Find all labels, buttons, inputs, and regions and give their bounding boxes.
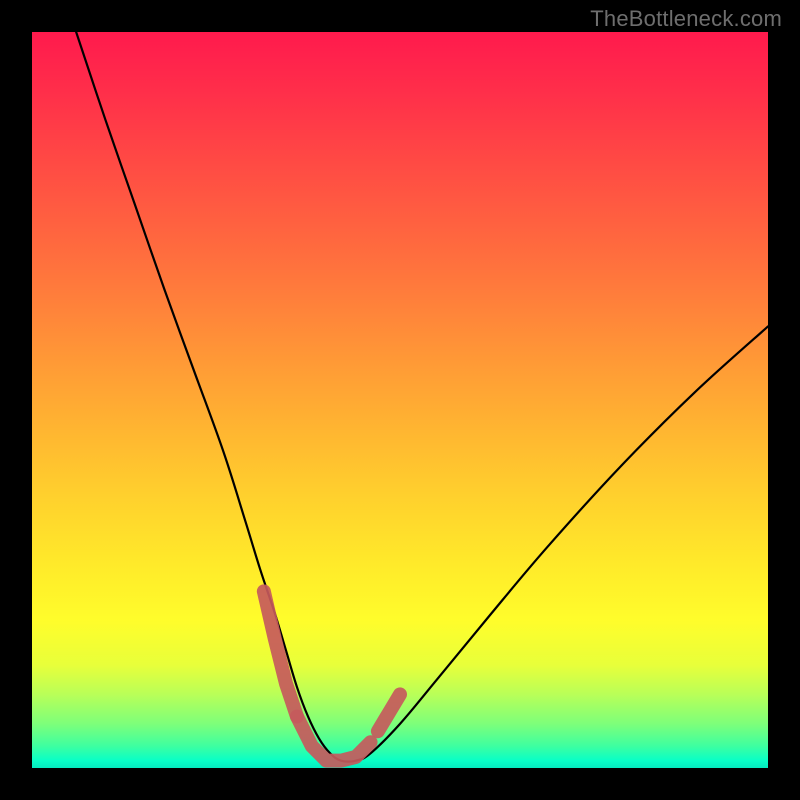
well-highlight-segment — [264, 591, 297, 716]
bottleneck-curve — [76, 32, 768, 762]
well-highlight-segment — [378, 694, 400, 731]
chart-frame: TheBottleneck.com — [0, 0, 800, 800]
well-highlight-segment — [297, 716, 371, 760]
well-highlight — [264, 591, 400, 760]
curve-svg — [32, 32, 768, 768]
watermark-text: TheBottleneck.com — [590, 6, 782, 32]
plot-area — [32, 32, 768, 768]
